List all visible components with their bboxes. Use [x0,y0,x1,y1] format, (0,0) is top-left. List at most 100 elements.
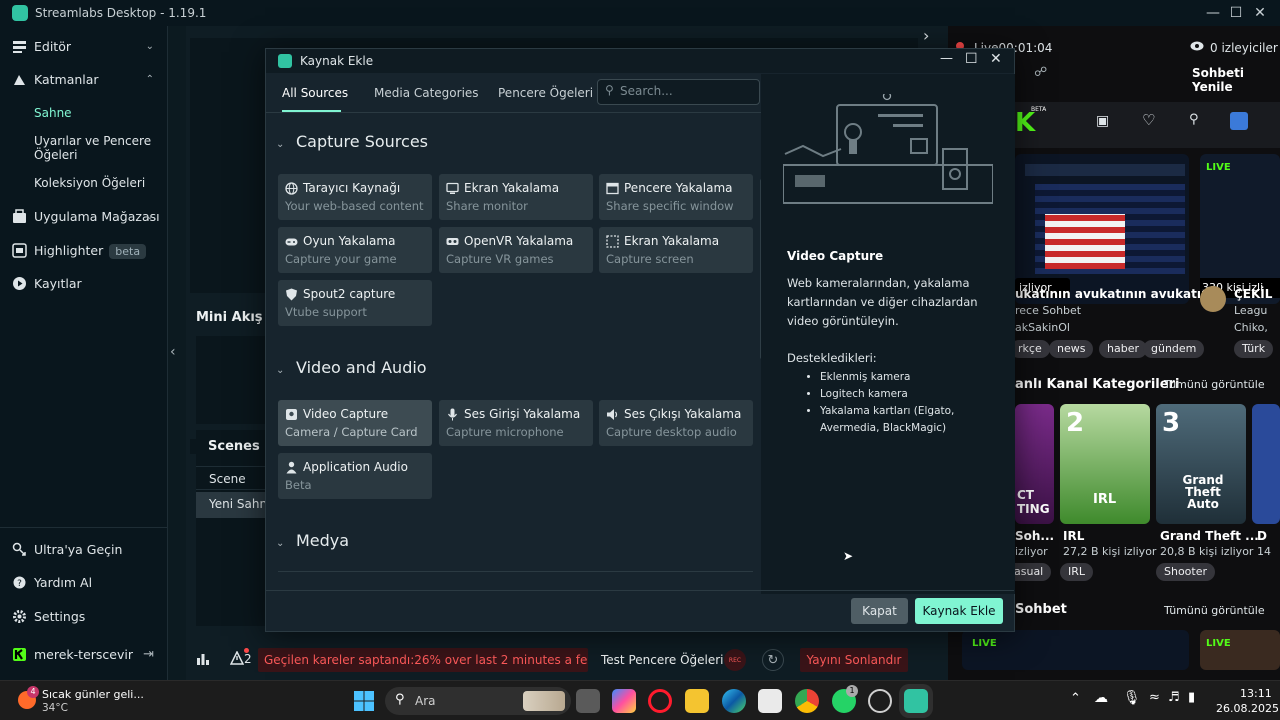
sidebar-item-appstore[interactable]: Uygulama Mağazası ⌄ [0,208,168,224]
show-all-link[interactable]: Tümünü görüntüle [1164,378,1265,391]
source-card-app-audio[interactable]: Application Audio Beta [278,453,432,499]
microphone-icon[interactable]: 🎙 [1123,690,1141,706]
stream-category[interactable]: Leagu [1234,304,1267,317]
edge-icon[interactable] [722,689,746,713]
scene-item[interactable]: Yeni Sahne [196,492,274,518]
tag-chip[interactable]: gündem [1143,340,1205,358]
close-button[interactable]: Kapat [851,598,908,624]
category-tile[interactable]: 2 IRL [1060,404,1150,524]
stream-user[interactable]: akSakinOl [1015,321,1070,334]
stats-icon[interactable] [196,652,210,666]
clock-app-icon[interactable] [868,689,892,713]
avatar[interactable] [1200,286,1226,312]
collapse-left-icon[interactable]: ‹ [170,344,176,360]
task-view-icon[interactable] [576,689,600,713]
sidebar-user[interactable]: merek-terscevir ⇥ [0,646,168,662]
wifi-icon[interactable]: ≈ [1149,690,1160,705]
close-icon[interactable]: ✕ [990,51,1002,67]
avatar[interactable] [1230,112,1248,130]
source-card-desktop-audio[interactable]: Ses Çıkışı Yakalama Capture desktop audio [599,400,753,446]
sidebar-item-layers[interactable]: Katmanlar ⌃ [0,71,168,87]
stream-category[interactable]: rece Sohbet [1015,304,1081,317]
clock-date[interactable]: 26.08.2025 [1216,702,1279,715]
tag-chip[interactable]: Shooter [1156,563,1216,581]
store-icon[interactable] [758,689,782,713]
clock-time[interactable]: 13:11 [1240,687,1272,700]
tab-all-sources[interactable]: All Sources [282,86,348,100]
tab-media-categories[interactable]: Media Categories [374,86,479,100]
source-card-openvr[interactable]: OpenVR Yakalama Capture VR games [439,227,593,273]
browse-icon[interactable]: ▣ [1096,113,1109,129]
section-video-audio[interactable]: ⌄ Video and Audio [276,358,427,377]
stream-thumbnail[interactable]: izliyor [1015,154,1189,304]
category-tile[interactable]: CT TING [1015,404,1054,524]
taskbar-search[interactable]: ⚲ Ara [385,687,571,715]
source-card-spout2[interactable]: Spout2 capture Vtube support [278,280,432,326]
opera-icon[interactable] [648,689,672,713]
sidebar-item-settings[interactable]: Settings [0,608,168,624]
maximize-icon[interactable]: ☐ [965,51,978,67]
file-explorer-icon[interactable] [685,689,709,713]
tag-chip[interactable]: Türk [1234,340,1274,358]
minimize-icon[interactable]: — [1203,3,1223,23]
sidebar-item-alerts[interactable]: Uyarılar ve Pencere Öğeleri [34,134,154,162]
whatsapp-icon[interactable]: 1 [832,685,858,713]
search-icon[interactable]: ⚲ [1189,112,1199,127]
tag-chip[interactable]: rkçe [1010,340,1050,358]
replay-buffer-icon[interactable]: ↻ [762,649,784,671]
heart-icon[interactable]: ♡ [1142,111,1155,129]
share-icon[interactable]: ☍ [1034,65,1047,80]
sidebar-item-recordings[interactable]: Kayıtlar [0,275,168,291]
search-field[interactable]: ⚲ [597,79,760,105]
tab-widgets[interactable]: Pencere Ögeleri [498,86,593,100]
record-button[interactable]: REC [724,649,746,671]
weather-widget[interactable]: 4 Sıcak günler geli... 34°C [14,686,184,715]
volume-icon[interactable]: ♬ [1168,690,1180,705]
category-tile[interactable]: 3 Grand Theft Auto [1156,404,1246,524]
chrome-icon[interactable] [795,689,819,713]
sidebar-item-editor[interactable]: Editör ⌄ [0,38,168,54]
sidebar-item-help[interactable]: ? Yardım Al [0,574,168,590]
stream-title[interactable]: ukatının avukatının avukatın... [1015,287,1223,301]
battery-icon[interactable]: ▮ [1188,690,1195,705]
source-card-display[interactable]: Ekran Yakalama Share monitor [439,174,593,220]
stream-title[interactable]: ÇEKİL [1234,287,1272,301]
tag-chip[interactable]: IRL [1060,563,1094,581]
expand-right-icon[interactable]: › [923,26,929,45]
refresh-chat-button[interactable]: Sohbeti Yenile [1192,66,1280,94]
stream-user[interactable]: Chiko, [1234,321,1268,334]
maximize-icon[interactable]: ☐ [1226,3,1246,23]
tag-chip[interactable]: haber [1099,340,1147,358]
stream-thumbnail[interactable]: LIVE [1200,630,1280,670]
test-widgets-button[interactable]: Test Pencere Öğeleri [601,653,724,667]
source-card-screen[interactable]: Ekran Yakalama Capture screen [599,227,753,273]
streamlabs-taskbar-icon[interactable] [904,689,928,713]
section-media[interactable]: ⌄ Medya [276,531,349,550]
onedrive-icon[interactable]: ☁ [1094,690,1108,706]
tray-chevron-icon[interactable]: ⌃ [1070,691,1081,706]
copilot-icon[interactable] [612,689,636,713]
minimize-icon[interactable]: — [940,51,953,66]
add-source-button[interactable]: Kaynak Ekle [915,598,1003,624]
source-card-mic[interactable]: Ses Girişi Yakalama Capture microphone [439,400,593,446]
search-input[interactable] [620,84,755,98]
source-card-video-capture[interactable]: Video Capture Camera / Capture Card [278,400,432,446]
alerts-button[interactable]: 2 [230,648,254,667]
stream-thumbnail[interactable]: LIVE [962,630,1189,670]
stream-thumbnail[interactable]: LIVE 330 kişi izli [1200,154,1280,304]
end-stream-button[interactable]: Yayını Sonlandır [800,648,908,672]
close-icon[interactable]: ✕ [1250,3,1270,23]
tag-chip[interactable]: news [1049,340,1094,358]
windows-start-icon[interactable] [353,690,375,712]
dropped-frames-warning[interactable]: Geçilen kareler saptandı:26% over last 2… [258,648,588,672]
section-capture-sources[interactable]: ⌄ Capture Sources [276,132,428,151]
category-tile[interactable] [1252,404,1280,524]
show-all-link[interactable]: Tümünü görüntüle [1164,604,1265,617]
logout-icon[interactable]: ⇥ [143,647,154,662]
source-card-game[interactable]: Oyun Yakalama Capture your game [278,227,432,273]
source-card-window[interactable]: Pencere Yakalama Share specific window [599,174,753,220]
sidebar-item-ultra[interactable]: Ultra'ya Geçin [0,541,168,557]
sidebar-item-scene[interactable]: Sahne [34,106,72,120]
source-card-browser[interactable]: Tarayıcı Kaynağı Your web-based content [278,174,432,220]
sidebar-item-collection[interactable]: Koleksiyon Öğeleri [34,176,145,190]
